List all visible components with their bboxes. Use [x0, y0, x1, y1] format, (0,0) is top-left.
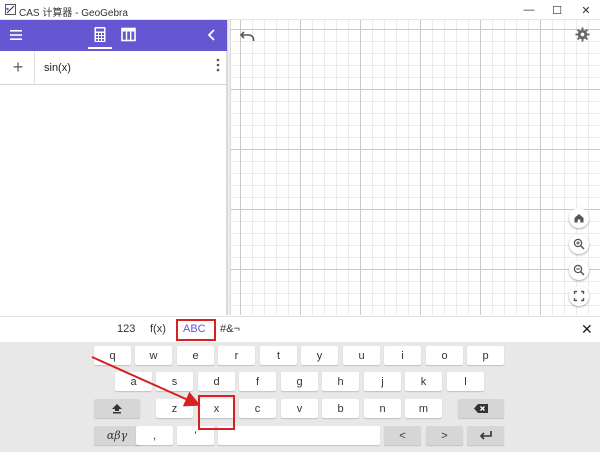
add-input-button[interactable]: +	[8, 57, 28, 77]
abc-tab-highlight	[176, 319, 216, 341]
enter-icon	[479, 431, 492, 440]
key-k[interactable]: k	[405, 372, 442, 391]
tab-123[interactable]: 123	[117, 323, 135, 335]
key-w[interactable]: w	[135, 346, 172, 365]
algebra-input-row[interactable]: + sin(x)	[0, 51, 227, 85]
key-n[interactable]: n	[364, 399, 401, 418]
active-view-indicator	[88, 47, 112, 49]
home-icon	[574, 214, 584, 223]
key-r[interactable]: r	[218, 346, 255, 365]
app-toolbar	[0, 20, 227, 51]
x-key-highlight	[198, 395, 235, 430]
keyboard-tab-bar: 123 f(x) ABC #&¬ ✕	[0, 316, 600, 342]
graphics-view[interactable]	[231, 20, 600, 315]
key-j[interactable]: j	[364, 372, 401, 391]
shift-icon	[112, 404, 122, 414]
key-q[interactable]: q	[94, 346, 131, 365]
fullscreen-button[interactable]	[569, 286, 589, 306]
table-icon[interactable]	[121, 27, 136, 42]
shift-key[interactable]	[94, 399, 140, 418]
right-arrow-key[interactable]: >	[426, 426, 463, 445]
key-z[interactable]: z	[156, 399, 193, 418]
chevron-left-icon[interactable]	[204, 27, 220, 43]
zoom-out-button[interactable]	[569, 260, 589, 280]
backspace-icon	[474, 404, 488, 413]
key-l[interactable]: l	[447, 372, 484, 391]
close-keyboard-button[interactable]: ✕	[581, 321, 593, 338]
close-window-button[interactable]: ✕	[572, 0, 600, 20]
hamburger-icon[interactable]	[8, 27, 24, 43]
geogebra-app-icon	[5, 4, 16, 15]
key-b[interactable]: b	[322, 399, 359, 418]
key-t[interactable]: t	[260, 346, 297, 365]
algebra-view: + sin(x)	[0, 51, 227, 315]
key-comma[interactable]: ,	[136, 426, 173, 445]
calculator-icon[interactable]	[92, 26, 108, 43]
left-arrow-key[interactable]: <	[384, 426, 421, 445]
row-separator	[34, 51, 35, 85]
key-e[interactable]: e	[177, 346, 214, 365]
window-title: CAS 计算器 - GeoGebra	[19, 8, 128, 19]
key-h[interactable]: h	[322, 372, 359, 391]
gear-icon[interactable]	[575, 27, 590, 42]
key-d[interactable]: d	[198, 372, 235, 391]
key-a[interactable]: a	[115, 372, 152, 391]
key-o[interactable]: o	[426, 346, 463, 365]
greek-key[interactable]: αβγ	[94, 426, 140, 445]
zoom-in-icon	[573, 238, 585, 250]
key-u[interactable]: u	[343, 346, 380, 365]
home-button[interactable]	[569, 208, 589, 228]
vertical-dots-icon[interactable]	[213, 56, 223, 74]
undo-icon[interactable]	[240, 29, 256, 43]
backspace-key[interactable]	[458, 399, 504, 418]
key-m[interactable]: m	[405, 399, 442, 418]
maximize-button[interactable]: ☐	[543, 0, 571, 20]
key-p[interactable]: p	[467, 346, 504, 365]
virtual-keyboard: q w e r t y u i o p a s d f g h j k l z …	[0, 342, 600, 452]
algebra-input[interactable]: sin(x)	[44, 62, 71, 74]
window-titlebar: CAS 计算器 - GeoGebra — ☐ ✕	[0, 0, 600, 20]
key-g[interactable]: g	[281, 372, 318, 391]
zoom-in-button[interactable]	[569, 234, 589, 254]
key-y[interactable]: y	[301, 346, 338, 365]
key-v[interactable]: v	[281, 399, 318, 418]
key-i[interactable]: i	[384, 346, 421, 365]
key-f[interactable]: f	[239, 372, 276, 391]
fullscreen-icon	[573, 290, 585, 302]
enter-key[interactable]	[467, 426, 504, 445]
key-s[interactable]: s	[156, 372, 193, 391]
space-key[interactable]	[218, 426, 380, 445]
zoom-out-icon	[573, 264, 585, 276]
minimize-button[interactable]: —	[515, 0, 543, 20]
key-c[interactable]: c	[239, 399, 276, 418]
tab-functions[interactable]: f(x)	[150, 323, 166, 335]
tab-symbols[interactable]: #&¬	[220, 323, 240, 335]
